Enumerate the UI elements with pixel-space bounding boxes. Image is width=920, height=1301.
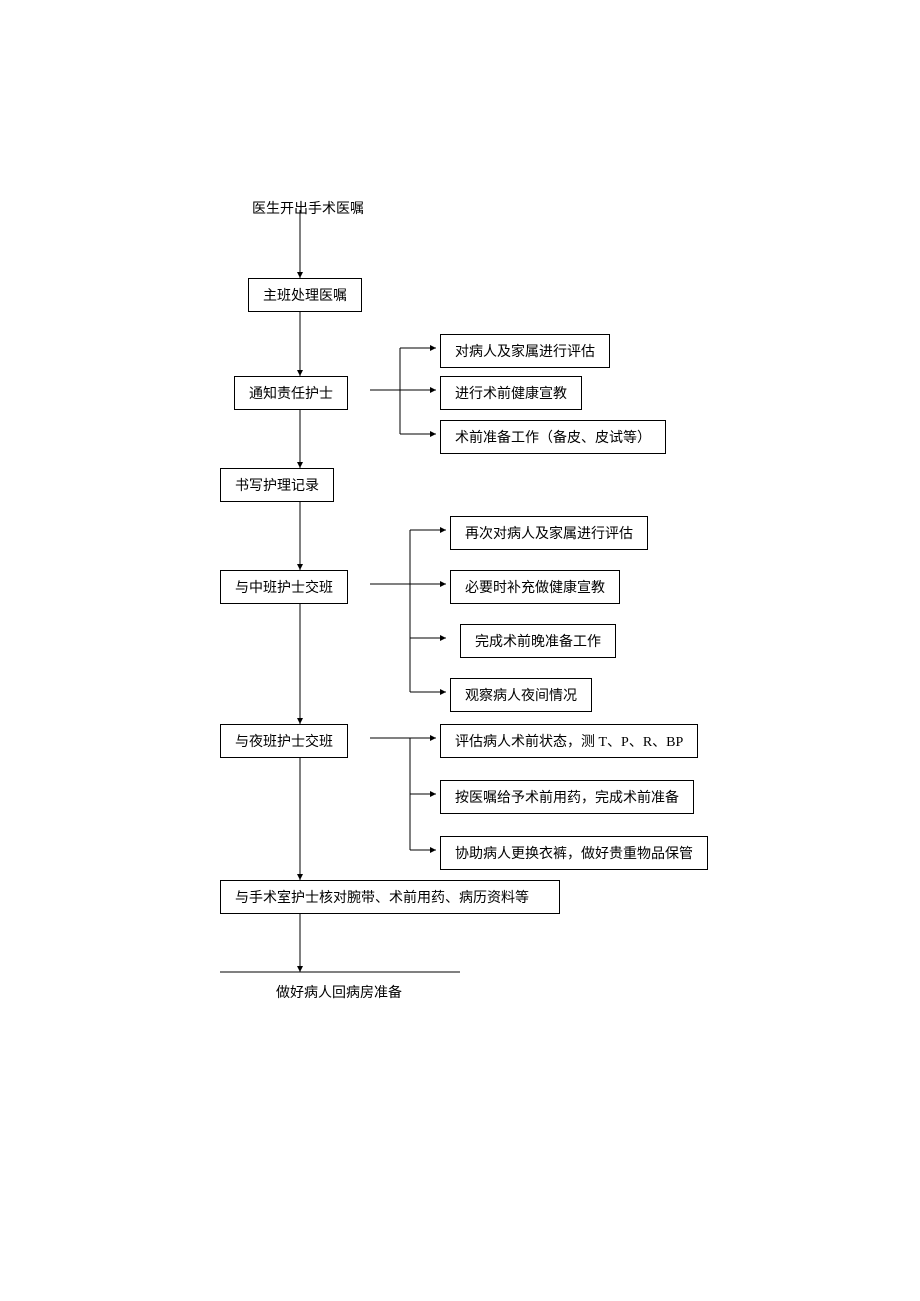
node-nightshift-handover: 与夜班护士交班: [220, 724, 348, 758]
node-write-record: 书写护理记录: [220, 468, 334, 502]
side-night-observe: 观察病人夜间情况: [450, 678, 592, 712]
side-preop-education: 进行术前健康宣教: [440, 376, 582, 410]
node-main-shift-process: 主班处理医嘱: [248, 278, 362, 312]
side-assess-patient-family: 对病人及家属进行评估: [440, 334, 610, 368]
side-preop-vitals: 评估病人术前状态，测 T、P、R、BP: [440, 724, 698, 758]
side-preop-evening: 完成术前晚准备工作: [460, 624, 616, 658]
flowchart-container: 主班处理医嘱 通知责任护士 书写护理记录 与中班护士交班 与夜班护士交班 与手术…: [220, 190, 780, 990]
node-return-prep: 做好病人回病房准备: [276, 982, 402, 1002]
node-midshift-handover: 与中班护士交班: [220, 570, 348, 604]
side-reassess: 再次对病人及家属进行评估: [450, 516, 648, 550]
side-change-clothes-valuables: 协助病人更换衣裤，做好贵重物品保管: [440, 836, 708, 870]
side-supp-education: 必要时补充做健康宣教: [450, 570, 620, 604]
node-notify-nurse: 通知责任护士: [234, 376, 348, 410]
side-preop-prep: 术前准备工作（备皮、皮试等）: [440, 420, 666, 454]
side-preop-medication: 按医嘱给予术前用药，完成术前准备: [440, 780, 694, 814]
node-or-verify: 与手术室护士核对腕带、术前用药、病历资料等: [220, 880, 560, 914]
